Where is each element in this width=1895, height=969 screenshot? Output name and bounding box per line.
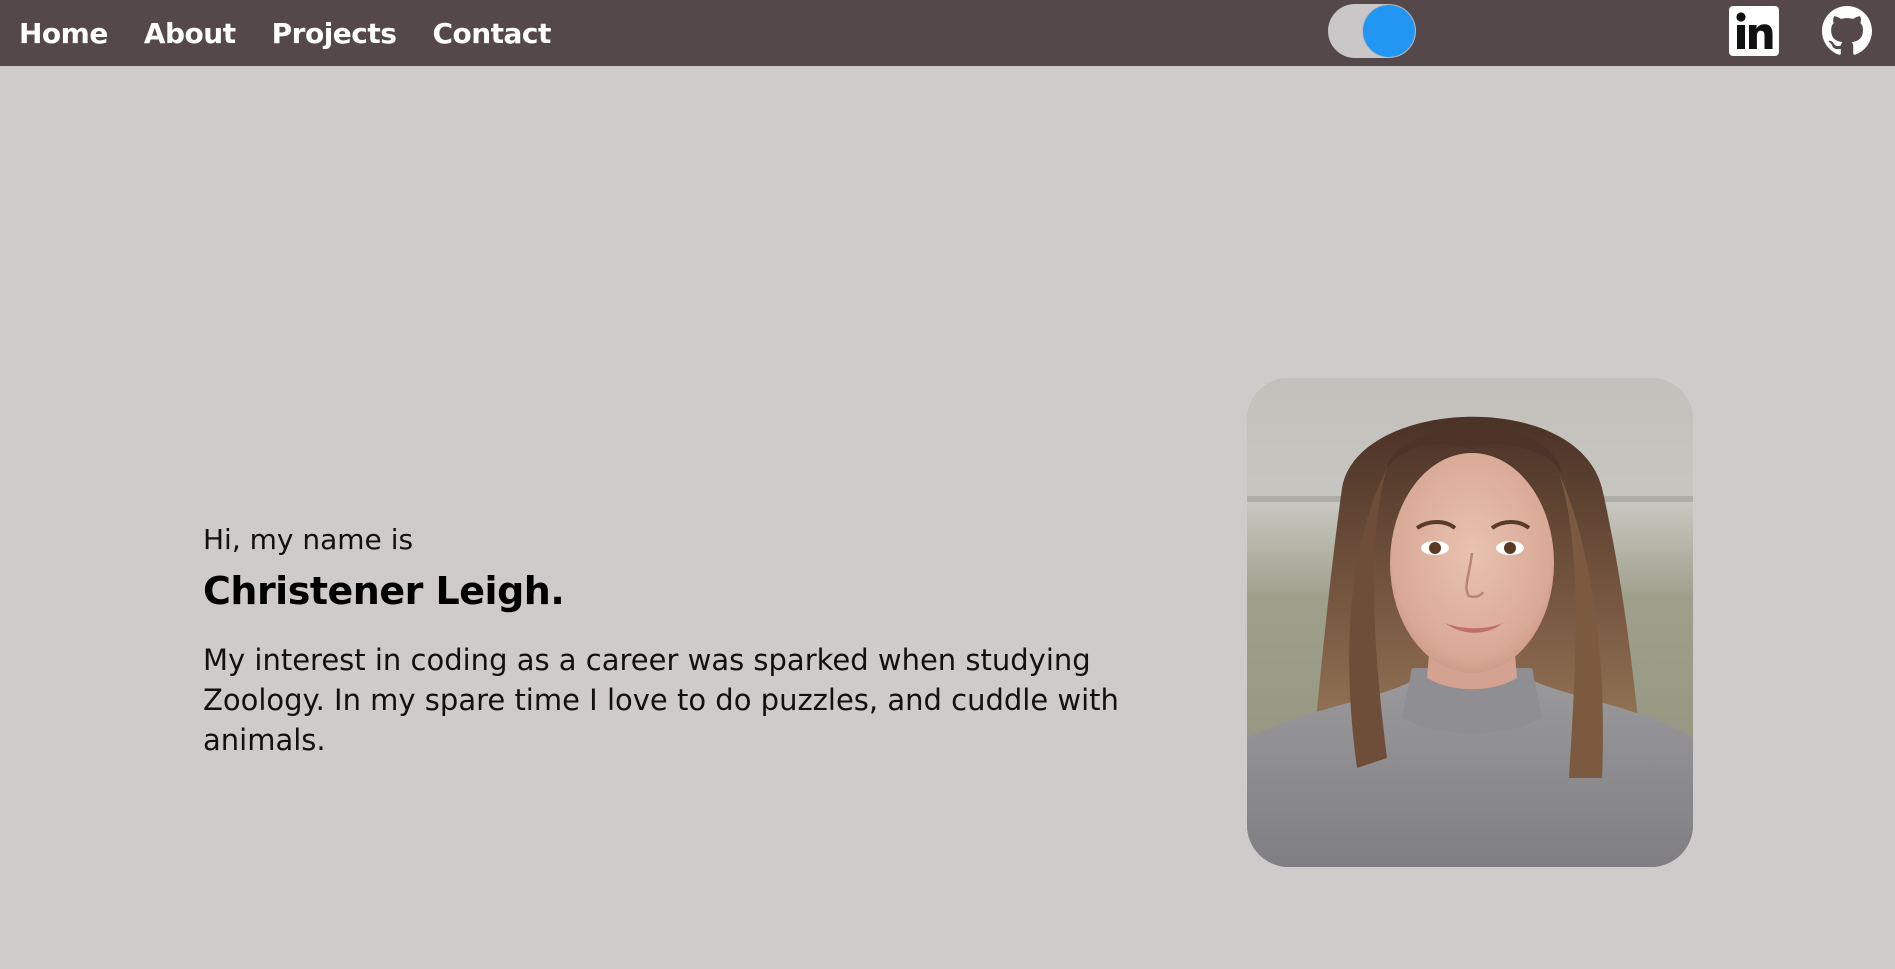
navbar: Home About Projects Contact — [0, 0, 1895, 66]
nav-link-home[interactable]: Home — [19, 17, 108, 50]
nav-links: Home About Projects Contact — [19, 0, 587, 66]
theme-toggle[interactable] — [1328, 4, 1416, 58]
nav-link-projects[interactable]: Projects — [272, 17, 397, 50]
nav-link-about[interactable]: About — [144, 17, 236, 50]
nav-link-contact[interactable]: Contact — [432, 17, 551, 50]
hero-name: Christener Leigh. — [203, 569, 565, 613]
profile-photo — [1247, 378, 1693, 867]
github-icon[interactable] — [1822, 6, 1872, 56]
greeting-text: Hi, my name is — [203, 523, 414, 556]
linkedin-icon[interactable] — [1729, 6, 1779, 56]
hero-bio: My interest in coding as a career was sp… — [203, 643, 1119, 757]
theme-toggle-knob — [1363, 5, 1415, 57]
hero-intro: Hi, my name is Christener Leigh. My inte… — [203, 516, 1218, 760]
